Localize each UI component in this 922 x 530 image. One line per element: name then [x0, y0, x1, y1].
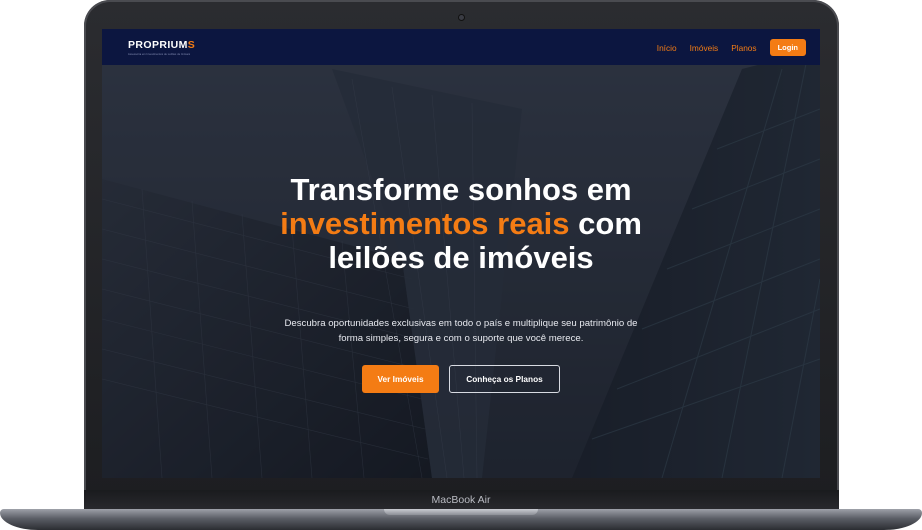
laptop-mockup: PROPRIUMS Assessoria em Investimentos de… [0, 0, 922, 530]
nav-link-imoveis[interactable]: Imóveis [690, 43, 719, 53]
laptop-opening-notch [384, 509, 538, 515]
ver-imoveis-button[interactable]: Ver Imóveis [362, 365, 439, 393]
device-model-label: MacBook Air [431, 494, 491, 506]
brand-tagline: Assessoria em Investimentos de Leilões d… [128, 53, 191, 56]
hero-title: Transforme sonhos em investimentos reais… [252, 173, 670, 275]
hero-subtitle: Descubra oportunidades exclusivas em tod… [284, 318, 638, 344]
hero-title-accent: investimentos reais [280, 206, 570, 241]
login-button[interactable]: Login [769, 39, 806, 56]
brand-wordmark: PROPRIUMS [128, 40, 195, 51]
hero-title-part1: Transforme sonhos em [290, 172, 632, 207]
laptop-screen: PROPRIUMS Assessoria em Investimentos de… [102, 29, 820, 478]
brand-name: PROPRIUM [128, 39, 188, 51]
brand-logo[interactable]: PROPRIUMS Assessoria em Investimentos de… [128, 40, 195, 57]
webcam-icon [459, 15, 464, 20]
hero-cta-row: Ver Imóveis Conheça os Planos [102, 365, 820, 393]
nav-link-planos[interactable]: Planos [731, 43, 756, 53]
conheca-planos-button[interactable]: Conheça os Planos [449, 365, 560, 393]
nav-links: Início Imóveis Planos Login [657, 39, 806, 56]
hero-section: Transforme sonhos em investimentos reais… [102, 65, 820, 478]
site-navbar: PROPRIUMS Assessoria em Investimentos de… [102, 29, 820, 65]
brand-accent-letter: S [187, 39, 196, 51]
nav-link-inicio[interactable]: Início [657, 43, 677, 53]
